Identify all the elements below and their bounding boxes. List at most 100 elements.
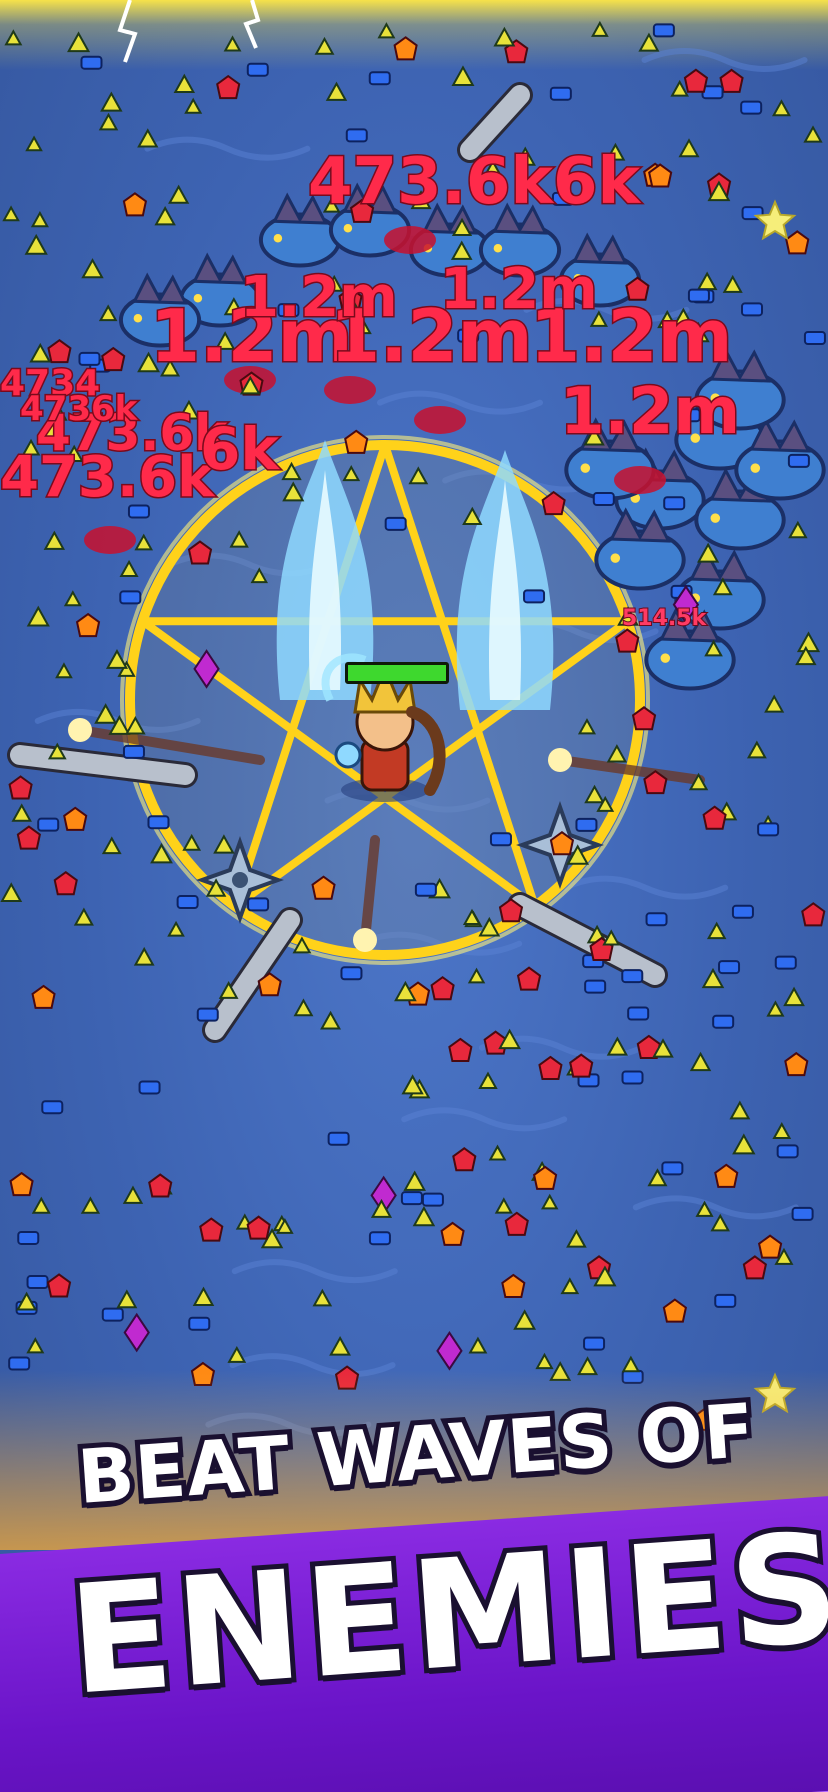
orange-gem [714, 1163, 739, 1188]
enemy-spikes [689, 547, 751, 583]
blue-gem [584, 979, 607, 994]
xp-gem [192, 1286, 215, 1306]
blue-gem [621, 1070, 644, 1085]
xp-gem [26, 1337, 45, 1354]
blue-gem [757, 822, 780, 837]
blue-gem [246, 62, 269, 77]
xp-gem [478, 1071, 498, 1089]
xp-gem [535, 1352, 554, 1370]
red-gem [452, 1147, 477, 1172]
damage-number: 4736k [18, 389, 138, 429]
xp-gem [25, 135, 43, 152]
xp-gem [697, 542, 720, 563]
xp-gem [494, 1197, 513, 1214]
red-gem [8, 775, 33, 800]
red-gem [199, 1217, 224, 1242]
red-gem [538, 1055, 563, 1080]
red-gem [541, 490, 566, 516]
fire-spark [548, 748, 572, 772]
xp-gem [689, 1051, 712, 1072]
xp-gem [606, 1036, 628, 1056]
damage-number: 6k [199, 415, 281, 483]
orange-gem [9, 1171, 34, 1197]
blue-gem [41, 1100, 64, 1115]
blue-gem [247, 897, 270, 912]
orange-gem [122, 192, 148, 217]
red-gem [516, 966, 542, 991]
blue-gem [803, 331, 826, 346]
xp-gem [101, 836, 122, 855]
xp-gem [63, 590, 82, 607]
xp-gem [320, 1010, 342, 1030]
xp-gem [122, 1185, 144, 1204]
xp-gem [488, 1144, 507, 1161]
fire-spark [68, 718, 92, 742]
enemy-eye [493, 244, 503, 253]
shuriken-hub [232, 872, 248, 888]
lightning-bolt [117, 0, 138, 63]
blood-splat [614, 466, 666, 494]
red-gem [246, 1215, 271, 1240]
red-gem [430, 976, 455, 1001]
xp-gem [73, 907, 94, 926]
xp-gem [223, 35, 242, 52]
xp-gem [0, 882, 23, 902]
blue-gem [549, 86, 572, 101]
blue-gem [101, 1307, 124, 1322]
blue-gem [592, 492, 615, 507]
xp-gem [403, 1170, 426, 1191]
xp-gem [167, 920, 185, 937]
xp-gem [722, 274, 743, 293]
blue-gem [523, 589, 546, 604]
blue-gem [119, 590, 142, 605]
xp-gem [55, 662, 73, 679]
blue-gem [741, 302, 764, 317]
purple-gem [123, 1312, 150, 1353]
damage-number: 1.2m [439, 257, 600, 322]
orange-gem [75, 612, 101, 638]
orange-gem [757, 1234, 783, 1259]
blue-gem [621, 969, 644, 984]
water-ripple [632, 1195, 799, 1220]
xp-gem [696, 271, 718, 291]
enemy-eye [343, 224, 353, 233]
red-gem [683, 68, 709, 93]
blue-gem [368, 1231, 391, 1246]
xp-gem [468, 1336, 488, 1354]
xp-gem [2, 205, 20, 222]
enemy-eye [580, 463, 591, 473]
blue-gem [196, 1007, 219, 1022]
enemy-eye [750, 463, 761, 473]
blue-gem [327, 1131, 350, 1146]
xp-gem [137, 128, 159, 148]
blue-gem [575, 817, 598, 832]
blood-splat [84, 526, 136, 554]
orange-gem [63, 806, 88, 831]
blue-gem [776, 1144, 799, 1159]
xp-gem [11, 803, 32, 822]
xp-gem [541, 1193, 559, 1210]
enemy-spikes [192, 252, 248, 285]
water-ripple [562, 875, 729, 900]
player-health-fill [348, 665, 446, 681]
red-gem [448, 1037, 473, 1062]
xp-gem [314, 36, 335, 55]
xp-gem [293, 998, 314, 1017]
blue-gem [661, 1161, 684, 1176]
xp-gem [710, 1213, 730, 1232]
orange-gem [440, 1221, 465, 1246]
blue-gem [421, 1192, 444, 1207]
fire-spark [353, 928, 377, 952]
enemy-eye [273, 234, 283, 243]
blue-gem [345, 128, 368, 143]
xp-gem [168, 184, 190, 204]
xp-gem [746, 740, 767, 759]
blue-gem [663, 496, 686, 511]
xp-gem [81, 258, 104, 279]
blue-gem [122, 744, 145, 759]
blue-gem [414, 882, 437, 897]
red-gem [47, 338, 72, 364]
xp-gem [591, 20, 609, 37]
blue-gem [714, 1293, 737, 1308]
enemy-eye [133, 314, 143, 323]
